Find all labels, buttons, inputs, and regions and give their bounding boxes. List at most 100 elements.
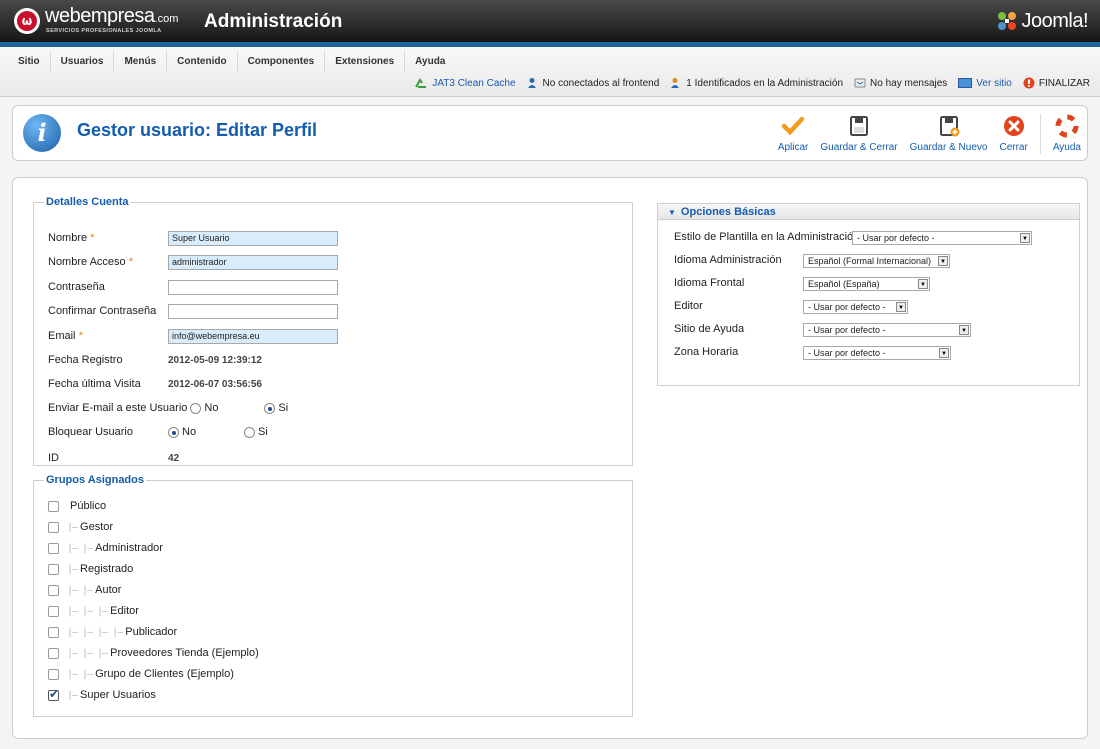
send-email-no-option[interactable]: No [190,402,264,414]
menu-menus[interactable]: Menús [114,51,168,72]
group-checkbox[interactable] [48,563,59,575]
joomla-wordmark: Joomla! [1021,9,1088,32]
status-cache[interactable]: JAT3 Clean Cache [414,78,516,89]
group-checkbox[interactable] [48,605,59,617]
group-item[interactable]: Público [48,498,106,514]
timezone-select[interactable]: - Usar por defecto - ▼ [803,346,951,360]
send-email-yes-radio[interactable] [264,402,276,414]
apply-button[interactable]: Aplicar [778,114,808,156]
email-input[interactable] [168,328,338,344]
id-row: ID 42 [48,450,179,466]
menu-componentes[interactable]: Componentes [238,51,326,72]
group-item[interactable]: |— Registrado [48,561,133,577]
group-item[interactable]: |— |— Administrador [48,540,163,556]
close-button[interactable]: Cerrar [999,114,1028,156]
tree-guide: |— [67,563,78,575]
save-close-button[interactable]: Guardar & Cerrar [820,114,898,156]
site-language-select[interactable]: Español (España) ▼ [803,277,930,291]
status-messages[interactable]: No hay mensajes [854,78,947,89]
group-checkbox[interactable] [48,626,59,638]
send-email-no-radio[interactable] [190,402,202,414]
confirm-password-row: Confirmar Contraseña [48,303,338,319]
admin-users-icon [671,78,680,88]
group-item[interactable]: |—Super Usuarios [48,687,156,703]
help-site-label: Sitio de Ayuda [674,323,745,335]
registered-label: Fecha Registro [48,354,123,366]
id-label: ID [48,452,59,464]
group-checkbox-checked[interactable] [48,687,59,701]
password-label: Contraseña [48,281,105,293]
menu-extensiones[interactable]: Extensiones [325,51,406,72]
group-item[interactable]: |— |— |— Editor [48,603,139,619]
group-item[interactable]: |— |— |— Proveedores Tienda (Ejemplo) [48,645,259,661]
tree-guide: |— |— |— [67,605,108,617]
registered-row: Fecha Registro 2012-05-09 12:39:12 [48,352,262,368]
group-item[interactable]: |— |— |— |— Publicador [48,624,177,640]
send-email-yes-option[interactable]: Si [264,402,288,414]
password-row: Contraseña [48,279,338,295]
toolbar-buttons: Aplicar Guardar & Cerrar Guardar & Nuevo [766,114,1081,156]
dropdown-arrow-icon: ▼ [896,302,906,312]
status-logout[interactable]: FINALIZAR [1023,77,1090,89]
account-details-fieldset: Detalles Cuenta Nombre * Nombre Acceso *… [33,196,633,466]
login-input[interactable] [168,254,338,270]
menu-contenido[interactable]: Contenido [167,51,238,72]
brand-name: webempresa.com [45,5,179,27]
help-site-select[interactable]: - Usar por defecto - ▼ [803,323,971,337]
confirm-password-input[interactable] [168,303,338,319]
users-icon [527,78,536,88]
menu-ayuda[interactable]: Ayuda [405,51,455,72]
login-row: Nombre Acceso * [48,254,338,270]
tree-guide: |— [67,521,78,533]
id-value: 42 [168,452,180,464]
menu-sitio[interactable]: Sitio [8,51,51,72]
help-site-row: Sitio de Ayuda [674,321,744,337]
block-no-radio[interactable] [168,426,179,438]
dropdown-arrow-icon: ▼ [918,279,928,289]
collapse-arrow-icon: ▼ [668,208,676,217]
block-yes-option[interactable]: Si [244,426,268,438]
save-new-button[interactable]: Guardar & Nuevo [910,114,987,156]
registered-value: 2012-05-09 12:39:12 [168,354,262,366]
admin-title: Administración [204,11,343,32]
last-visit-label: Fecha última Visita [48,378,141,390]
help-button[interactable]: Ayuda [1053,114,1081,156]
edit-form: Detalles Cuenta Nombre * Nombre Acceso *… [12,177,1088,739]
dropdown-arrow-icon: ▼ [1020,233,1030,243]
timezone-row: Zona Horaria [674,344,738,360]
timezone-label: Zona Horaria [674,346,739,358]
block-yes-radio[interactable] [244,426,255,438]
name-input[interactable] [168,230,338,246]
login-label: Nombre Acceso * [48,256,133,268]
tree-guide: |— |— [67,668,93,680]
group-checkbox[interactable] [48,542,59,554]
password-input[interactable] [168,279,338,295]
admin-language-select[interactable]: Español (Formal Internacional) ▼ [803,254,950,268]
required-mark: * [128,256,133,268]
group-checkbox[interactable] [48,647,59,659]
group-checkbox[interactable] [48,668,59,680]
status-view-site[interactable]: Ver sitio [958,78,1012,89]
joomla-logo-icon [998,12,1017,30]
status-bar: JAT3 Clean Cache No conectados al fronte… [403,77,1090,89]
assigned-groups-legend: Grupos Asignados [46,474,144,486]
editor-select[interactable]: - Usar por defecto - ▼ [803,300,908,314]
toolbar-box: i Gestor usuario: Editar Perfil Aplicar … [12,105,1088,161]
admin-template-select[interactable]: - Usar por defecto - ▼ [852,231,1032,245]
menu-usuarios[interactable]: Usuarios [51,51,115,72]
dropdown-arrow-icon: ▼ [959,325,969,335]
group-item[interactable]: |— Gestor [48,519,113,535]
block-no-option[interactable]: No [168,426,244,438]
group-checkbox[interactable] [48,584,59,596]
basic-options-header[interactable]: ▼ Opciones Básicas [658,204,1079,220]
monitor-icon [958,78,973,88]
group-checkbox[interactable] [48,521,59,533]
group-checkbox[interactable] [48,500,59,512]
user-info-icon: i [23,114,61,152]
required-mark: * [90,232,95,244]
group-item[interactable]: |— |— Autor [48,582,121,598]
group-item[interactable]: |— |— Grupo de Clientes (Ejemplo) [48,666,234,682]
message-icon [854,78,866,87]
close-icon [1003,116,1024,136]
site-language-row: Idioma Frontal [674,275,744,291]
